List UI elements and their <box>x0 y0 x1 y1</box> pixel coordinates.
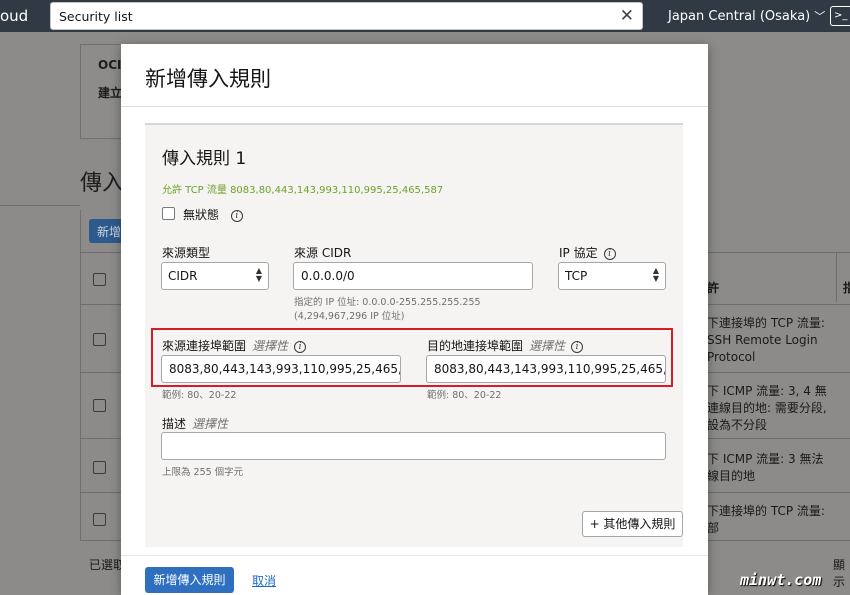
source-cidr-label: 來源 CIDR <box>294 246 352 260</box>
background-row-divider <box>80 372 122 373</box>
stateless-label: 無狀態 <box>183 208 220 222</box>
brand-logo[interactable]: oud <box>0 7 28 25</box>
description-label: 描述 <box>162 417 187 431</box>
background-row-divider <box>707 372 850 373</box>
background-row-checkbox[interactable] <box>93 513 106 526</box>
background-footer-right: 顯示 <box>833 558 846 589</box>
background-row-divider <box>80 540 122 541</box>
source-cidr-input[interactable]: 0.0.0.0/0 <box>293 262 533 290</box>
background-row-divider <box>707 492 850 493</box>
background-row-text: 下連接埠的 TCP 流量: 部 <box>707 504 825 535</box>
background-row-divider <box>707 304 850 305</box>
add-another-rule-button[interactable]: + 其他傳入規則 <box>582 511 683 537</box>
watermark: minwt.com <box>740 571 822 589</box>
background-table <box>80 210 122 540</box>
background-row-text: 下連接埠的 TCP 流量: SSH Remote Login Protocol <box>707 316 825 364</box>
dialog-divider <box>121 106 708 107</box>
description-label-group: 描述 選擇性 <box>162 415 228 432</box>
dialog-footer-divider <box>121 555 708 556</box>
background-row-checkbox[interactable] <box>93 333 106 346</box>
ip-protocol-label: IP 協定 <box>559 246 598 260</box>
background-row-divider <box>707 252 850 253</box>
region-label: Japan Central (Osaka) <box>668 9 811 24</box>
select-arrows-icon: ▲ ▼ <box>255 266 262 283</box>
rule-description: 允許 TCP 流量 8083,80,443,143,993,110,995,25… <box>162 185 444 196</box>
background-section-title: 傳入 <box>80 171 125 196</box>
add-ingress-rule-button[interactable]: 新增傳入規則 <box>145 567 234 593</box>
source-type-select[interactable]: CIDR ▲ ▼ <box>161 262 269 290</box>
ip-protocol-select[interactable]: TCP ▲ ▼ <box>558 262 666 290</box>
dest-port-hint: 範例: 80、20-22 <box>427 390 502 401</box>
background-column-divider <box>836 252 837 302</box>
background-add-button[interactable]: 新增 <box>89 219 123 243</box>
background-col-header: 許 <box>707 281 720 295</box>
source-cidr-hint-1: 指定的 IP 位址: 0.0.0.0-255.255.255.255 <box>294 297 481 308</box>
background-row-divider <box>80 304 122 305</box>
ip-protocol-label-group: IP 協定 i <box>559 244 616 261</box>
description-input[interactable] <box>161 432 666 460</box>
cloud-shell-icon[interactable]: >_ <box>830 6 850 26</box>
dialog-title: 新增傳入規則 <box>145 67 271 91</box>
background-card-line2: 建立 <box>98 86 123 100</box>
background-footer-left: 已選取 <box>89 558 126 572</box>
search-input[interactable]: Security list ✕ <box>50 2 643 30</box>
background-row-divider <box>707 540 850 541</box>
background-row-checkbox[interactable] <box>93 399 106 412</box>
background-row-text: 下 ICMP 流量: 3, 4 無連線目的地: 需要分段, 設為不分段 <box>707 384 827 432</box>
source-port-hint: 範例: 80、20-22 <box>162 390 237 401</box>
background-row-divider <box>80 492 122 493</box>
port-range-highlight <box>151 328 673 387</box>
optional-label: 選擇性 <box>192 417 229 431</box>
stateless-checkbox[interactable] <box>162 207 175 220</box>
select-arrows-icon: ▲ ▼ <box>652 266 659 283</box>
rule-heading: 傳入規則 1 <box>162 149 247 169</box>
search-value: Security list <box>59 9 133 24</box>
top-bar: oud Security list ✕ Japan Central (Osaka… <box>0 0 850 32</box>
description-hint: 上限為 255 個字元 <box>162 467 244 478</box>
ip-protocol-value: TCP <box>565 269 588 283</box>
info-icon[interactable]: i <box>230 209 243 222</box>
region-selector[interactable]: Japan Central (Osaka) ﹀ <box>668 8 825 24</box>
source-type-value: CIDR <box>168 269 198 283</box>
background-row-divider <box>707 438 850 439</box>
background-row-divider <box>80 438 122 439</box>
background-divider <box>0 205 80 206</box>
background-col-header-2: 指 <box>843 281 850 295</box>
source-type-label: 來源類型 <box>162 246 211 260</box>
source-cidr-hint-2: (4,294,967,296 IP 位址) <box>294 311 405 322</box>
chevron-down-icon: ﹀ <box>814 10 826 23</box>
clear-search-icon[interactable]: ✕ <box>620 5 634 27</box>
cancel-link[interactable]: 取消 <box>252 572 276 589</box>
background-card-line1: OCI <box>98 58 122 72</box>
background-row-checkbox[interactable] <box>93 461 106 474</box>
background-row-text: 下 ICMP 流量: 3 無法線目的地 <box>707 452 824 483</box>
stateless-label-group: 無狀態 i <box>183 206 243 223</box>
background-row-divider <box>80 252 122 253</box>
info-icon[interactable]: i <box>603 247 616 260</box>
background-row-checkbox[interactable] <box>93 273 106 286</box>
